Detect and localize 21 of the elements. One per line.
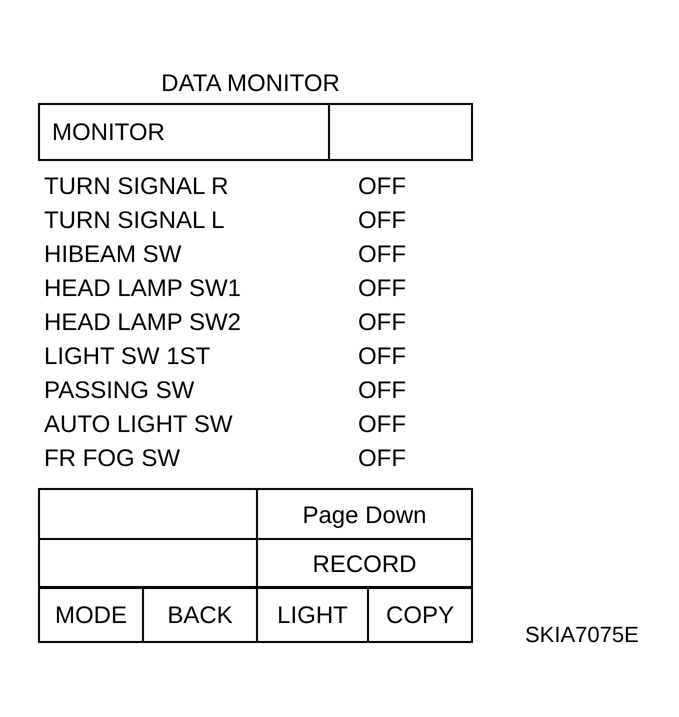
item-name: PASSING SW <box>44 377 196 405</box>
item-value: OFF <box>358 377 406 405</box>
item-value: OFF <box>358 445 406 473</box>
item-name: TURN SIGNAL R <box>44 173 230 201</box>
item-value: OFF <box>358 207 406 235</box>
screen-title: DATA MONITOR <box>161 70 340 98</box>
figure-code: SKIA7075E <box>525 622 639 648</box>
item-value: OFF <box>358 173 406 201</box>
header-label: MONITOR <box>52 119 165 147</box>
item-value: OFF <box>358 411 406 439</box>
item-value: OFF <box>358 309 406 337</box>
item-name: HEAD LAMP SW2 <box>44 309 242 337</box>
item-name: AUTO LIGHT SW <box>44 411 234 439</box>
item-name: HEAD LAMP SW1 <box>44 275 242 303</box>
item-name: LIGHT SW 1ST <box>44 343 212 371</box>
item-value: OFF <box>358 241 406 269</box>
item-name: TURN SIGNAL L <box>44 207 226 235</box>
item-name: HIBEAM SW <box>44 241 182 269</box>
item-value: OFF <box>358 275 406 303</box>
item-name: FR FOG SW <box>44 445 181 473</box>
item-value: OFF <box>358 343 406 371</box>
